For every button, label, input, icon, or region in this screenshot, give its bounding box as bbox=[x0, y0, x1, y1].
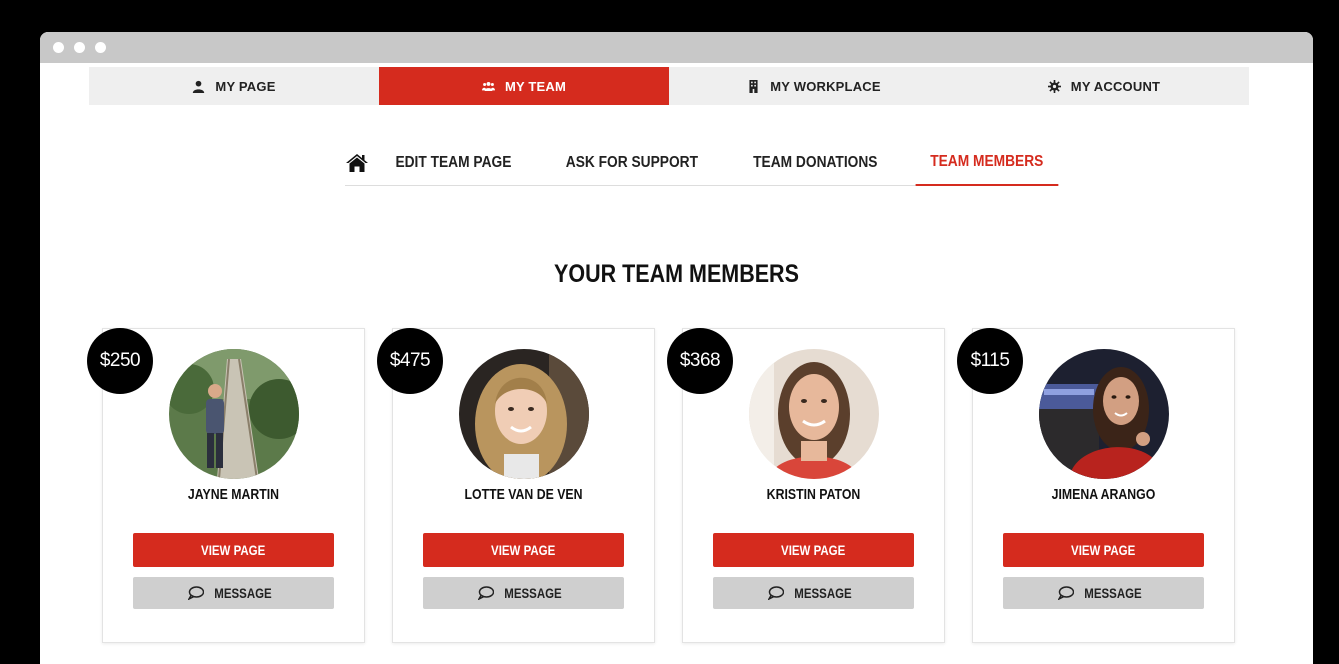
sub-nav: EDIT TEAM PAGE ASK FOR SUPPORT TEAM DONA… bbox=[345, 140, 1059, 186]
avatar-photo bbox=[749, 349, 879, 479]
member-name: JAYNE MARTIN bbox=[187, 486, 280, 503]
avatar[interactable] bbox=[169, 349, 299, 479]
subnav-edit-team-page[interactable]: EDIT TEAM PAGE bbox=[381, 140, 526, 186]
message-button[interactable]: MESSAGE bbox=[1003, 577, 1204, 609]
button-label: MESSAGE bbox=[1084, 585, 1143, 601]
amount-badge: $115 bbox=[957, 328, 1023, 394]
amount-badge: $368 bbox=[667, 328, 733, 394]
tab-label: MY PAGE bbox=[215, 78, 276, 94]
home-button[interactable] bbox=[345, 153, 369, 173]
window-dot-icon[interactable] bbox=[53, 42, 64, 53]
user-icon bbox=[193, 80, 205, 93]
amount-badge: $475 bbox=[377, 328, 443, 394]
chat-bubble-icon bbox=[188, 586, 205, 600]
amount-badge: $250 bbox=[87, 328, 153, 394]
view-page-button[interactable]: VIEW PAGE bbox=[423, 533, 624, 567]
tab-my-account[interactable]: MY ACCOUNT bbox=[959, 67, 1249, 105]
avatar[interactable] bbox=[1039, 349, 1169, 479]
button-label: VIEW PAGE bbox=[1071, 542, 1136, 558]
message-button[interactable]: MESSAGE bbox=[133, 577, 334, 609]
chat-bubble-icon bbox=[1058, 586, 1075, 600]
tab-label: MY ACCOUNT bbox=[1070, 78, 1161, 94]
subnav-team-members[interactable]: TEAM MEMBERS bbox=[915, 140, 1059, 186]
browser-titlebar bbox=[40, 32, 1313, 63]
chat-bubble-icon bbox=[478, 586, 495, 600]
button-label: MESSAGE bbox=[504, 585, 563, 601]
window-dot-icon[interactable] bbox=[74, 42, 85, 53]
view-page-button[interactable]: VIEW PAGE bbox=[713, 533, 914, 567]
avatar[interactable] bbox=[749, 349, 879, 479]
view-page-button[interactable]: VIEW PAGE bbox=[133, 533, 334, 567]
home-icon bbox=[346, 153, 368, 172]
button-label: VIEW PAGE bbox=[781, 542, 846, 558]
subnav-ask-for-support[interactable]: ASK FOR SUPPORT bbox=[551, 140, 713, 186]
building-icon bbox=[749, 79, 758, 93]
tab-my-team[interactable]: MY TEAM bbox=[379, 67, 669, 105]
tab-label: MY TEAM bbox=[504, 78, 567, 94]
message-button[interactable]: MESSAGE bbox=[423, 577, 624, 609]
chat-bubble-icon bbox=[768, 586, 785, 600]
button-label: VIEW PAGE bbox=[201, 542, 266, 558]
avatar-photo bbox=[1039, 349, 1169, 479]
button-label: MESSAGE bbox=[214, 585, 273, 601]
tab-my-workplace[interactable]: MY WORKPLACE bbox=[669, 67, 959, 105]
team-icon bbox=[481, 81, 495, 91]
message-button[interactable]: MESSAGE bbox=[713, 577, 914, 609]
gear-icon bbox=[1047, 79, 1061, 93]
avatar-photo bbox=[169, 349, 299, 479]
avatar[interactable] bbox=[459, 349, 589, 479]
top-nav: MY PAGE MY TEAM MY WORKPLACE MY ACCOUNT bbox=[89, 67, 1249, 105]
window-dot-icon[interactable] bbox=[95, 42, 106, 53]
page-title: YOUR TEAM MEMBERS bbox=[554, 260, 799, 288]
member-name: KRISTIN PATON bbox=[766, 486, 861, 503]
tab-label: MY WORKPLACE bbox=[770, 78, 881, 94]
member-name: JIMENA ARANGO bbox=[1051, 486, 1156, 503]
view-page-button[interactable]: VIEW PAGE bbox=[1003, 533, 1204, 567]
tab-my-page[interactable]: MY PAGE bbox=[89, 67, 379, 105]
button-label: VIEW PAGE bbox=[491, 542, 556, 558]
avatar-photo bbox=[459, 349, 589, 479]
button-label: MESSAGE bbox=[794, 585, 853, 601]
member-name: LOTTE VAN DE VEN bbox=[464, 486, 583, 503]
subnav-team-donations[interactable]: TEAM DONATIONS bbox=[738, 140, 892, 186]
browser-window: MY PAGE MY TEAM MY WORKPLACE MY ACCOUNT … bbox=[40, 32, 1313, 664]
